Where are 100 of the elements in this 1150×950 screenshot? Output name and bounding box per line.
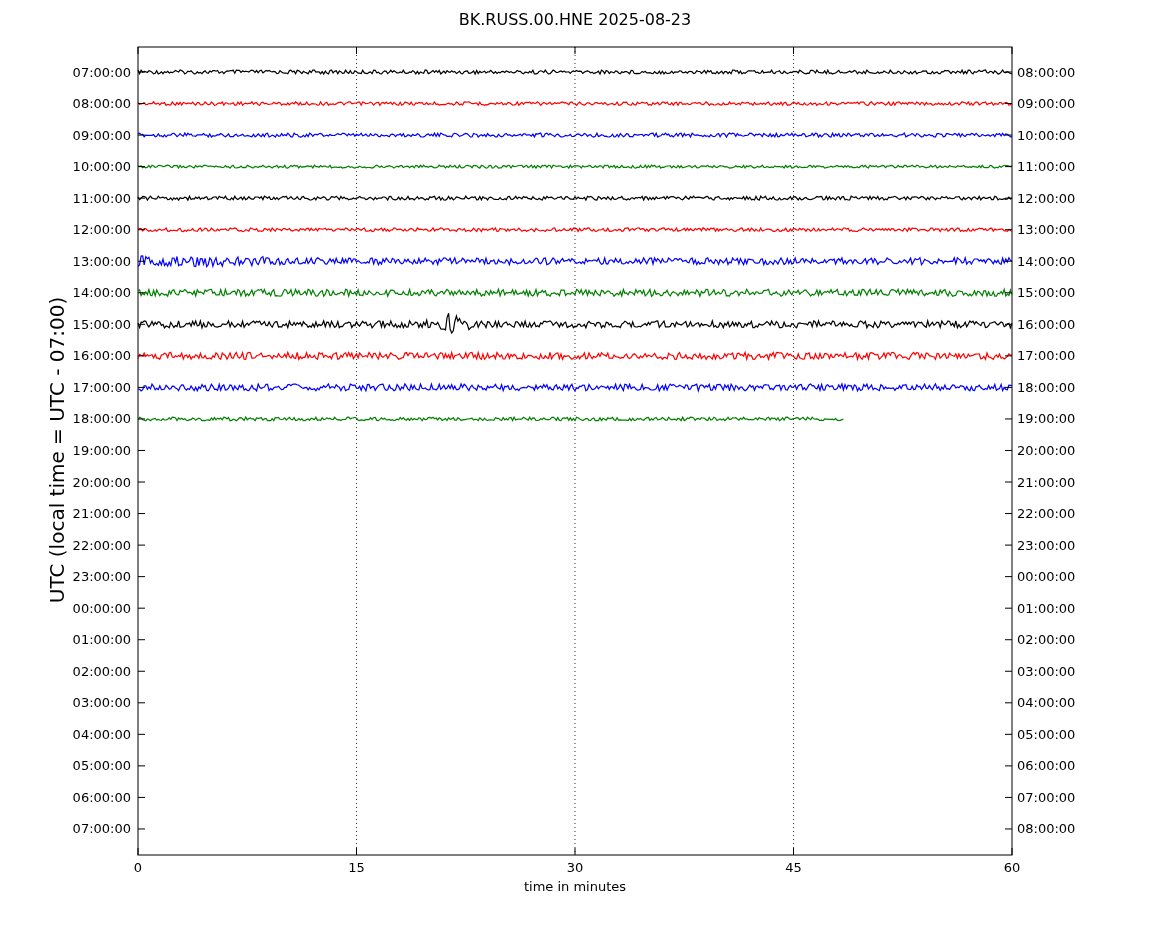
- x-tick-label: 30: [566, 859, 584, 875]
- tick-mark: [137, 71, 146, 73]
- hour-label: 05:00:00: [72, 758, 131, 774]
- tick-mark: [137, 828, 146, 830]
- tick-mark: [1004, 229, 1013, 231]
- hour-label: 03:00:00: [1017, 663, 1076, 679]
- tick-mark: [1004, 323, 1013, 325]
- hour-label: 21:00:00: [1017, 474, 1076, 490]
- hour-label: 17:00:00: [1017, 348, 1076, 364]
- hour-label: 07:00:00: [72, 821, 131, 837]
- tick-mark: [137, 733, 146, 735]
- hour-label: 09:00:00: [1017, 96, 1076, 112]
- tick-mark: [137, 765, 146, 767]
- tick-mark: [1004, 481, 1013, 483]
- hour-label: 02:00:00: [72, 663, 131, 679]
- hour-label: 20:00:00: [72, 474, 131, 490]
- hour-label: 17:00:00: [72, 379, 131, 395]
- tick-mark: [1004, 355, 1013, 357]
- tick-mark: [1004, 166, 1013, 168]
- hour-label: 02:00:00: [1017, 632, 1076, 648]
- hour-label: 12:00:00: [72, 222, 131, 238]
- tick-mark: [1004, 796, 1013, 798]
- tick-mark: [137, 513, 146, 515]
- x-tick-label: 0: [133, 859, 143, 875]
- hour-label: 08:00:00: [1017, 821, 1076, 837]
- tick-mark: [137, 796, 146, 798]
- hour-label: 15:00:00: [1017, 285, 1076, 301]
- hour-label: 00:00:00: [1017, 569, 1076, 585]
- tick-mark: [1004, 260, 1013, 262]
- tick-mark: [137, 323, 146, 325]
- hour-label: 04:00:00: [1017, 695, 1076, 711]
- hour-label: 18:00:00: [1017, 379, 1076, 395]
- tick-mark: [137, 229, 146, 231]
- tick-mark: [1004, 103, 1013, 105]
- tick-mark: [1004, 418, 1013, 420]
- tick-mark: [137, 46, 139, 55]
- tick-mark: [137, 847, 139, 856]
- tick-mark: [137, 576, 146, 578]
- hour-label: 13:00:00: [72, 253, 131, 269]
- tick-mark: [1004, 828, 1013, 830]
- tick-mark: [137, 134, 146, 136]
- x-axis-label: time in minutes: [523, 878, 627, 894]
- hour-label: 00:00:00: [72, 600, 131, 616]
- hour-label: 09:00:00: [72, 127, 131, 143]
- tick-mark: [1004, 292, 1013, 294]
- tick-mark: [137, 166, 146, 168]
- hour-label: 10:00:00: [72, 159, 131, 175]
- hour-label: 08:00:00: [72, 96, 131, 112]
- tick-mark: [1004, 576, 1013, 578]
- tick-mark: [137, 544, 146, 546]
- hour-label: 19:00:00: [1017, 411, 1076, 427]
- tick-mark: [1004, 134, 1013, 136]
- tick-mark: [1004, 765, 1013, 767]
- hour-label: 14:00:00: [1017, 253, 1076, 269]
- tick-mark: [137, 702, 146, 704]
- hour-label: 16:00:00: [72, 348, 131, 364]
- hour-label: 03:00:00: [72, 695, 131, 711]
- hour-label: 11:00:00: [1017, 159, 1076, 175]
- tick-mark: [1004, 733, 1013, 735]
- tick-mark: [137, 103, 146, 105]
- hour-label: 22:00:00: [72, 537, 131, 553]
- tick-mark: [1004, 450, 1013, 451]
- tick-mark: [1011, 847, 1013, 856]
- hour-label: 21:00:00: [72, 506, 131, 522]
- hour-label: 07:00:00: [72, 64, 131, 80]
- hour-label: 23:00:00: [72, 569, 131, 585]
- tick-mark: [1004, 197, 1013, 199]
- x-tick-label: 15: [348, 859, 365, 875]
- tick-mark: [1004, 607, 1013, 609]
- hour-label: 05:00:00: [1017, 726, 1076, 742]
- tick-mark: [137, 197, 146, 199]
- tick-mark: [1011, 46, 1013, 55]
- hour-label: 01:00:00: [72, 632, 131, 648]
- hour-label: 18:00:00: [72, 411, 131, 427]
- hour-label: 10:00:00: [1017, 127, 1076, 143]
- y-axis-label: UTC (local time = UTC - 07:00): [45, 296, 69, 604]
- hour-label: 23:00:00: [1017, 537, 1076, 553]
- hour-label: 01:00:00: [1017, 600, 1076, 616]
- tick-mark: [1004, 71, 1013, 73]
- chart-title: BK.RUSS.00.HNE 2025-08-23: [458, 9, 692, 31]
- tick-mark: [137, 481, 146, 483]
- tick-mark: [1004, 702, 1013, 704]
- hour-label: 14:00:00: [72, 285, 131, 301]
- tick-mark: [1004, 639, 1013, 641]
- x-tick-label: 60: [1003, 859, 1021, 875]
- hour-label: 22:00:00: [1017, 506, 1076, 522]
- hour-label: 15:00:00: [72, 316, 131, 332]
- tick-mark: [1004, 670, 1013, 672]
- tick-mark: [137, 670, 146, 672]
- hour-label: 04:00:00: [72, 726, 131, 742]
- hour-label: 20:00:00: [1017, 443, 1076, 458]
- tick-mark: [137, 260, 146, 262]
- hour-label: 07:00:00: [1017, 789, 1076, 805]
- hour-label: 16:00:00: [1017, 316, 1076, 332]
- tick-mark: [137, 450, 146, 451]
- tick-mark: [137, 607, 146, 609]
- tick-mark: [1004, 386, 1013, 388]
- hour-label: 06:00:00: [72, 789, 131, 805]
- tick-mark: [137, 418, 146, 420]
- hour-label: 19:00:00: [72, 443, 131, 458]
